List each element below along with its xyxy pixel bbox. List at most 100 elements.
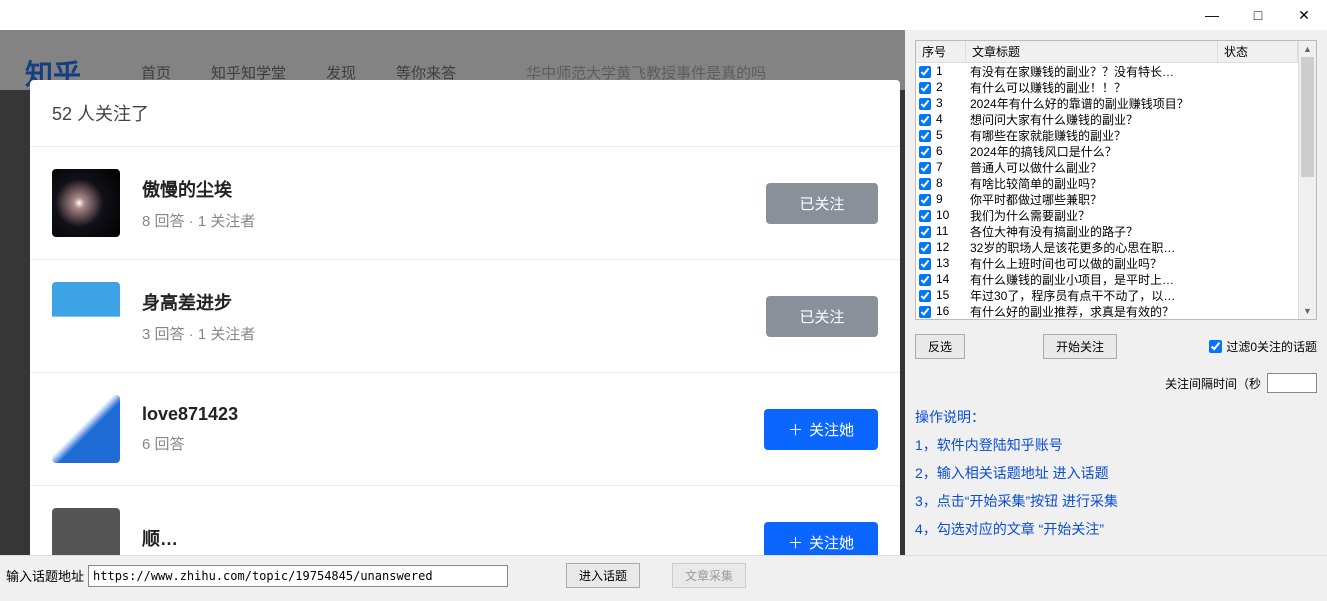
- scroll-up-icon[interactable]: ▲: [1299, 41, 1316, 57]
- row-checkbox[interactable]: [919, 226, 931, 238]
- interval-input[interactable]: [1267, 373, 1317, 393]
- row-title: 有没有在家赚钱的副业？？没有特长…: [966, 63, 1218, 80]
- instructions: 操作说明： 1，软件内登陆知乎账号 2，输入相关话题地址 进入话题 3，点击“开…: [915, 403, 1317, 543]
- interval-label: 关注间隔时间（秒: [1165, 375, 1261, 392]
- row-seq: 10: [934, 208, 966, 222]
- table-row[interactable]: 7普通人可以做什么副业？: [916, 159, 1298, 175]
- table-row[interactable]: 1有没有在家赚钱的副业？？没有特长…: [916, 63, 1298, 79]
- row-checkbox[interactable]: [919, 290, 931, 302]
- maximize-button[interactable]: □: [1235, 0, 1281, 30]
- user-name[interactable]: 顺…: [142, 525, 764, 551]
- user-stats: 3 回答 · 1 关注者: [142, 323, 766, 344]
- table-row[interactable]: 16有什么好的副业推荐，求真是有效的？: [916, 303, 1298, 319]
- row-seq: 8: [934, 176, 966, 190]
- row-checkbox[interactable]: [919, 162, 931, 174]
- table-row[interactable]: 11各位大神有没有搞副业的路子？: [916, 223, 1298, 239]
- row-title: 有什么可以赚钱的副业！！？: [966, 79, 1218, 96]
- row-seq: 12: [934, 240, 966, 254]
- filter-zero-label: 过滤0关注的话题: [1226, 338, 1317, 355]
- table-header: 序号 文章标题 状态: [916, 41, 1298, 63]
- scroll-thumb[interactable]: [1301, 57, 1314, 177]
- table-row[interactable]: 9你平时都做过哪些兼职？: [916, 191, 1298, 207]
- row-seq: 2: [934, 80, 966, 94]
- follow-button[interactable]: ＋关注她: [764, 522, 878, 556]
- col-seq[interactable]: 序号: [916, 41, 966, 62]
- control-panel: 序号 文章标题 状态 1有没有在家赚钱的副业？？没有特长…2有什么可以赚钱的副业…: [905, 30, 1327, 555]
- enter-topic-button[interactable]: 进入话题: [566, 563, 640, 588]
- row-checkbox[interactable]: [919, 130, 931, 142]
- table-row[interactable]: 10我们为什么需要副业？: [916, 207, 1298, 223]
- table-row[interactable]: 62024年的搞钱风口是什么？: [916, 143, 1298, 159]
- user-item: 身高差进步 3 回答 · 1 关注者已关注: [30, 259, 900, 372]
- user-name[interactable]: 身高差进步: [142, 289, 766, 315]
- user-item: 顺…＋关注她: [30, 485, 900, 555]
- row-seq: 16: [934, 304, 966, 318]
- avatar[interactable]: [52, 508, 120, 555]
- row-title: 有啥比较简单的副业吗？: [966, 175, 1218, 192]
- table-row[interactable]: 15年过30了，程序员有点干不动了，以…: [916, 287, 1298, 303]
- row-seq: 3: [934, 96, 966, 110]
- table-row[interactable]: 8有啥比较简单的副业吗？: [916, 175, 1298, 191]
- followed-button[interactable]: 已关注: [766, 183, 878, 224]
- collect-articles-button[interactable]: 文章采集: [672, 563, 746, 588]
- table-row[interactable]: 1232岁的职场人是该花更多的心思在职…: [916, 239, 1298, 255]
- row-seq: 13: [934, 256, 966, 270]
- table-row[interactable]: 32024年有什么好的靠谱的副业赚钱项目？: [916, 95, 1298, 111]
- start-follow-button[interactable]: 开始关注: [1043, 334, 1117, 359]
- col-status[interactable]: 状态: [1218, 41, 1298, 62]
- row-seq: 4: [934, 112, 966, 126]
- row-checkbox[interactable]: [919, 82, 931, 94]
- table-row[interactable]: 4想问问大家有什么赚钱的副业？: [916, 111, 1298, 127]
- followed-button[interactable]: 已关注: [766, 296, 878, 337]
- instructions-heading: 操作说明：: [915, 403, 1317, 431]
- row-checkbox[interactable]: [919, 178, 931, 190]
- instruction-line-1: 1，软件内登陆知乎账号: [915, 431, 1317, 459]
- row-checkbox[interactable]: [919, 306, 931, 318]
- table-row[interactable]: 2有什么可以赚钱的副业！！？: [916, 79, 1298, 95]
- scroll-down-icon[interactable]: ▼: [1299, 303, 1316, 319]
- user-name[interactable]: 傲慢的尘埃: [142, 176, 766, 202]
- follow-label: 关注她: [809, 419, 854, 440]
- row-title: 普通人可以做什么副业？: [966, 159, 1218, 176]
- plus-icon: ＋: [788, 419, 803, 440]
- user-info: love871423 6 回答: [142, 404, 764, 454]
- row-seq: 15: [934, 288, 966, 302]
- row-checkbox[interactable]: [919, 98, 931, 110]
- avatar[interactable]: [52, 169, 120, 237]
- row-title: 有哪些在家就能赚钱的副业？: [966, 127, 1218, 144]
- table-row[interactable]: 13有什么上班时间也可以做的副业吗？: [916, 255, 1298, 271]
- row-checkbox[interactable]: [919, 194, 931, 206]
- row-title: 我们为什么需要副业？: [966, 207, 1218, 224]
- filter-zero-input[interactable]: [1209, 340, 1222, 353]
- row-title: 你平时都做过哪些兼职？: [966, 191, 1218, 208]
- user-name[interactable]: love871423: [142, 404, 764, 425]
- row-checkbox[interactable]: [919, 146, 931, 158]
- user-info: 顺…: [142, 525, 764, 555]
- row-checkbox[interactable]: [919, 210, 931, 222]
- row-checkbox[interactable]: [919, 66, 931, 78]
- row-seq: 11: [934, 224, 966, 238]
- row-checkbox[interactable]: [919, 242, 931, 254]
- table-scrollbar[interactable]: ▲ ▼: [1298, 41, 1316, 319]
- follow-button[interactable]: ＋ 关注她: [764, 409, 878, 450]
- invert-select-button[interactable]: 反选: [915, 334, 965, 359]
- row-checkbox[interactable]: [919, 274, 931, 286]
- table-row[interactable]: 5有哪些在家就能赚钱的副业？: [916, 127, 1298, 143]
- row-checkbox[interactable]: [919, 114, 931, 126]
- modal-title: 52 人关注了: [30, 80, 900, 146]
- article-table: 序号 文章标题 状态 1有没有在家赚钱的副业？？没有特长…2有什么可以赚钱的副业…: [915, 40, 1317, 320]
- avatar[interactable]: [52, 282, 120, 350]
- row-title: 2024年有什么好的靠谱的副业赚钱项目？: [966, 95, 1218, 112]
- topic-url-input[interactable]: [88, 565, 508, 587]
- row-title: 32岁的职场人是该花更多的心思在职…: [966, 239, 1218, 256]
- followers-modal: 52 人关注了 傲慢的尘埃8 回答 · 1 关注者已关注身高差进步3 回答 · …: [30, 80, 900, 555]
- table-row[interactable]: 14有什么赚钱的副业小项目，是平时上…: [916, 271, 1298, 287]
- user-stats: 6 回答: [142, 433, 764, 454]
- row-title: 年过30了，程序员有点干不动了，以…: [966, 287, 1218, 304]
- filter-zero-checkbox[interactable]: 过滤0关注的话题: [1209, 338, 1317, 355]
- minimize-button[interactable]: —: [1189, 0, 1235, 30]
- close-button[interactable]: ✕: [1281, 0, 1327, 30]
- col-title[interactable]: 文章标题: [966, 41, 1218, 62]
- avatar[interactable]: [52, 395, 120, 463]
- row-checkbox[interactable]: [919, 258, 931, 270]
